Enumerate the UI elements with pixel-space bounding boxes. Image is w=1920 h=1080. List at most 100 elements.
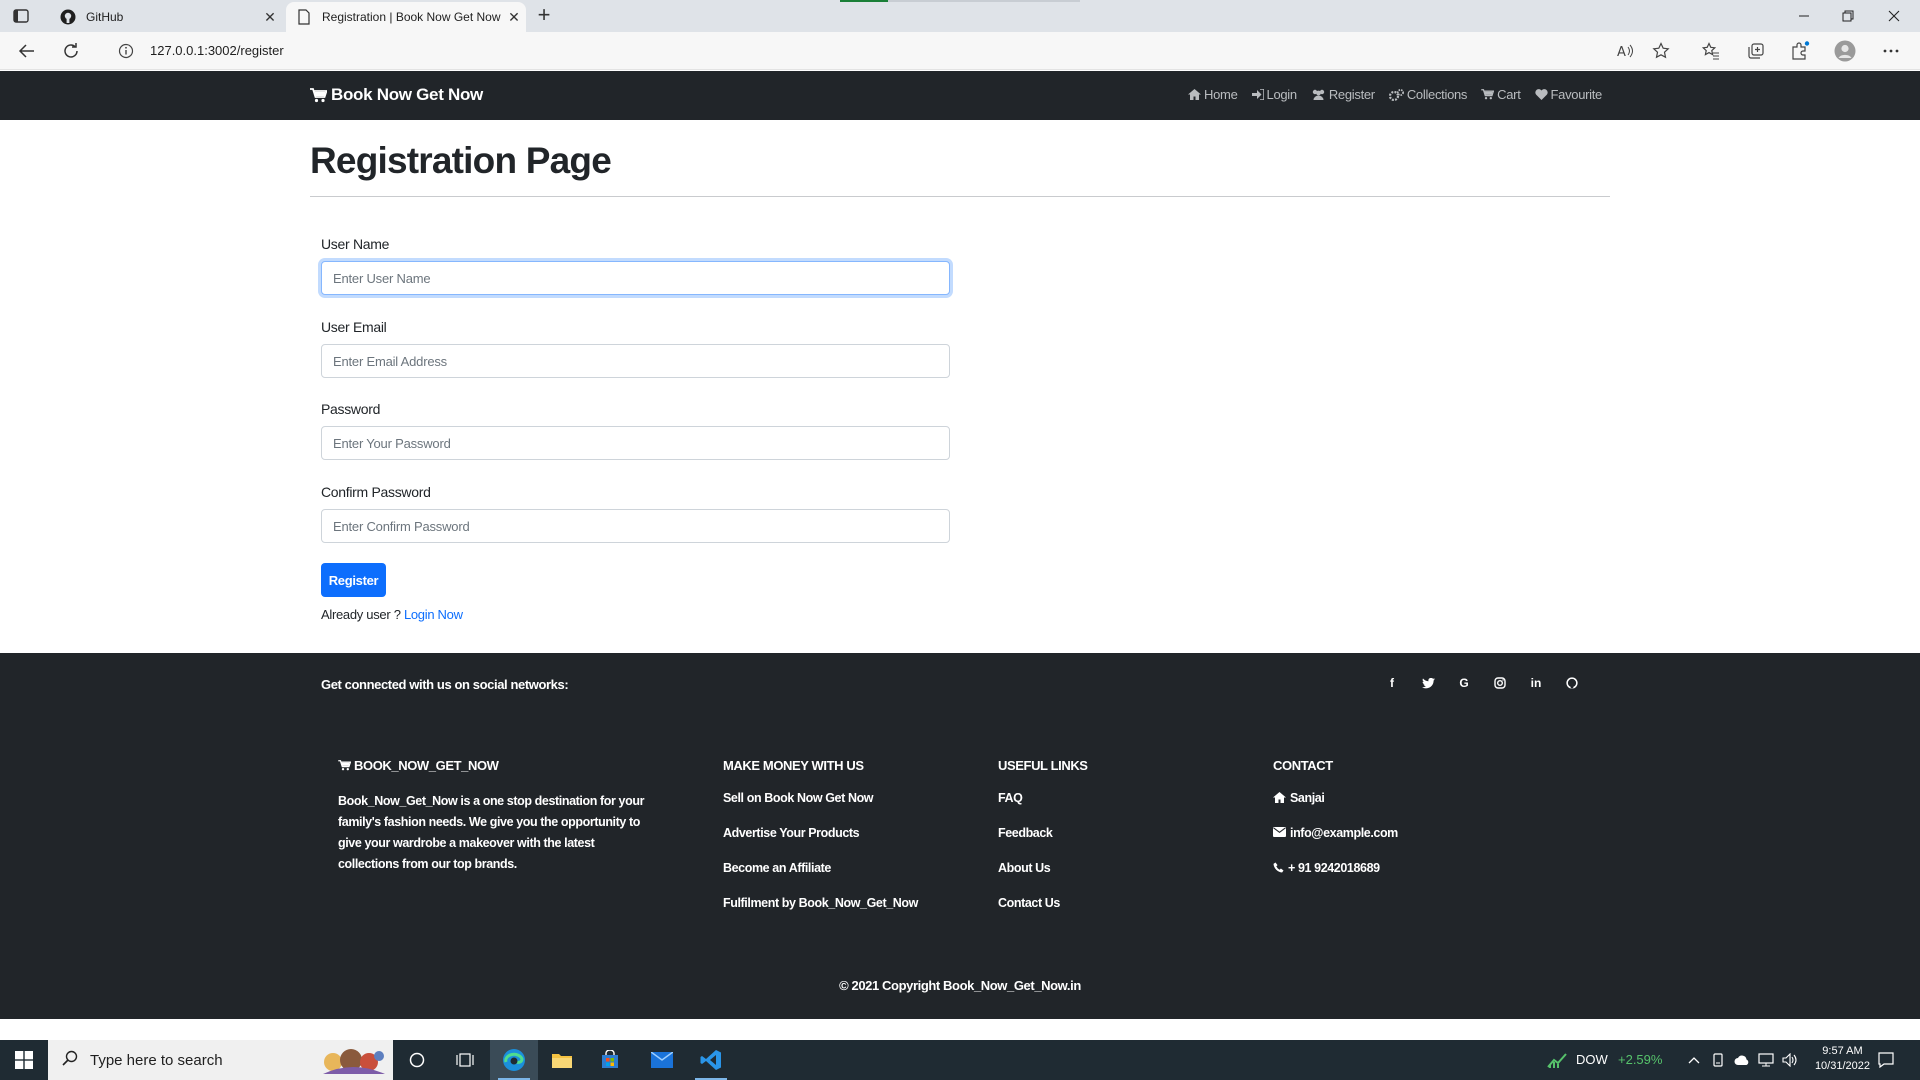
nav-cart-label: Cart	[1497, 87, 1521, 102]
nav-favourite[interactable]: Favourite	[1534, 87, 1602, 102]
add-favorite-icon[interactable]	[1650, 40, 1672, 62]
clock-date: 10/31/2022	[1814, 1060, 1870, 1072]
money-heading: MAKE MONEY WITH US	[723, 757, 864, 773]
more-options-icon[interactable]	[1880, 40, 1902, 62]
search-highlight-illustration-icon	[323, 1049, 385, 1074]
sell-link[interactable]: Sell on Book Now Get Now	[723, 791, 918, 826]
about-description: Book_Now_Get_Now is a one stop destinati…	[338, 794, 645, 871]
close-tab-icon[interactable]: ✕	[258, 9, 282, 26]
stock-chart-icon[interactable]	[1546, 1052, 1568, 1068]
url-field[interactable]: 127.0.0.1:3002/register	[104, 36, 1664, 66]
github-icon	[60, 9, 76, 25]
contact-email-text: info@example.com	[1290, 826, 1398, 840]
nav-cart[interactable]: Cart	[1481, 87, 1521, 102]
collections-icon[interactable]	[1745, 40, 1767, 62]
username-input[interactable]	[321, 261, 950, 295]
nav-home[interactable]: Home	[1188, 87, 1238, 102]
restore-icon[interactable]	[1826, 0, 1870, 32]
tab-registration[interactable]: Registration | Book Now Get Now ✕	[286, 2, 526, 32]
tab-title: Registration | Book Now Get Now	[322, 10, 501, 24]
title-divider	[310, 196, 1610, 197]
microsoft-store-icon[interactable]	[586, 1040, 634, 1080]
refresh-icon[interactable]	[60, 40, 82, 62]
nav-collections-label: Collections	[1406, 87, 1468, 102]
nav-collections[interactable]: Collections	[1388, 87, 1468, 102]
chevron-up-icon[interactable]	[1686, 1052, 1702, 1068]
back-icon[interactable]	[16, 40, 38, 62]
affiliate-link[interactable]: Become an Affiliate	[723, 861, 918, 896]
about-heading-text: BOOK_NOW_GET_NOW	[354, 757, 499, 773]
minimize-icon[interactable]	[1782, 0, 1826, 32]
device-icon[interactable]	[1710, 1052, 1726, 1068]
footer-useful-column: USEFUL LINKS FAQ Feedback About Us Conta…	[998, 757, 1088, 931]
faq-link[interactable]: FAQ	[998, 791, 1088, 826]
contact-heading: CONTACT	[1273, 757, 1333, 773]
envelope-icon	[1273, 827, 1286, 837]
taskbar-search[interactable]: Type here to search	[48, 1040, 393, 1080]
username-label: User Name	[321, 236, 390, 252]
facebook-icon[interactable]: f	[1384, 675, 1400, 691]
page-icon	[296, 9, 312, 25]
login-prompt: Already user ? Login Now	[321, 607, 463, 622]
new-tab-button[interactable]: +	[532, 4, 556, 28]
confirm-password-label: Confirm Password	[321, 484, 431, 500]
about-us-link[interactable]: About Us	[998, 861, 1088, 896]
system-clock[interactable]: 9:57 AM 10/31/2022	[1815, 1044, 1870, 1074]
email-input[interactable]	[321, 344, 950, 378]
page-title: Registration Page	[310, 140, 612, 181]
fulfilment-link[interactable]: Fulfilment by Book_Now_Get_Now	[723, 896, 918, 931]
edge-browser-icon[interactable]	[490, 1040, 538, 1080]
contact-phone: + 91 9242018689	[1273, 861, 1398, 896]
stock-name: DOW	[1576, 1052, 1608, 1067]
advertise-link[interactable]: Advertise Your Products	[723, 826, 918, 861]
brand-name: Book Now Get Now	[331, 85, 483, 104]
heart-icon	[1534, 89, 1548, 100]
instagram-icon[interactable]	[1492, 675, 1508, 691]
confirm-password-input[interactable]	[321, 509, 950, 543]
browser-tab-strip: GitHub ✕ Registration | Book Now Get Now…	[0, 0, 1920, 32]
onedrive-cloud-icon[interactable]	[1734, 1052, 1750, 1068]
password-label: Password	[321, 401, 381, 417]
twitter-icon[interactable]	[1420, 675, 1436, 691]
sign-in-icon	[1251, 89, 1264, 100]
phone-icon	[1273, 862, 1284, 873]
favorites-icon[interactable]	[1700, 40, 1722, 62]
password-input[interactable]	[321, 426, 950, 460]
vscode-icon[interactable]	[687, 1040, 735, 1080]
tab-title: GitHub	[86, 10, 124, 24]
nav-register[interactable]: Register	[1311, 87, 1375, 102]
file-explorer-icon[interactable]	[538, 1040, 586, 1080]
nav-login[interactable]: Login	[1251, 87, 1297, 102]
windows-start-icon[interactable]	[0, 1040, 48, 1080]
feedback-link[interactable]: Feedback	[998, 826, 1088, 861]
network-icon[interactable]	[1758, 1052, 1774, 1068]
linkedin-icon[interactable]: in	[1528, 675, 1544, 691]
tab-actions-icon[interactable]	[12, 7, 30, 25]
footer-money-column: MAKE MONEY WITH US Sell on Book Now Get …	[723, 757, 918, 931]
google-icon[interactable]: G	[1456, 675, 1472, 691]
extensions-icon[interactable]	[1789, 40, 1811, 62]
footer-about-column: BOOK_NOW_GET_NOW Book_Now_Get_Now is a o…	[338, 757, 648, 875]
mail-icon[interactable]	[638, 1040, 686, 1080]
useful-heading: USEFUL LINKS	[998, 757, 1088, 773]
read-aloud-icon[interactable]: A	[1614, 40, 1636, 62]
url-text: 127.0.0.1:3002/register	[150, 43, 284, 58]
close-tab-icon[interactable]: ✕	[502, 9, 526, 26]
site-info-icon[interactable]	[118, 43, 134, 59]
github-icon[interactable]	[1564, 675, 1580, 691]
brand-link[interactable]: Book Now Get Now	[310, 85, 483, 105]
svg-text:A: A	[1617, 45, 1626, 59]
task-view-icon[interactable]	[441, 1040, 489, 1080]
login-now-link[interactable]: Login Now	[404, 607, 463, 622]
window-close-icon[interactable]	[1872, 0, 1916, 32]
tab-github[interactable]: GitHub ✕	[50, 2, 282, 32]
notifications-icon[interactable]	[1878, 1052, 1894, 1068]
cortana-icon[interactable]	[393, 1040, 441, 1080]
cart-icon	[310, 87, 327, 102]
register-button[interactable]: Register	[321, 563, 386, 597]
volume-icon[interactable]	[1782, 1052, 1798, 1068]
social-icons: f G in	[1384, 675, 1580, 691]
profile-avatar-icon[interactable]	[1834, 40, 1856, 62]
about-heading: BOOK_NOW_GET_NOW	[338, 757, 648, 773]
contact-us-link[interactable]: Contact Us	[998, 896, 1088, 931]
